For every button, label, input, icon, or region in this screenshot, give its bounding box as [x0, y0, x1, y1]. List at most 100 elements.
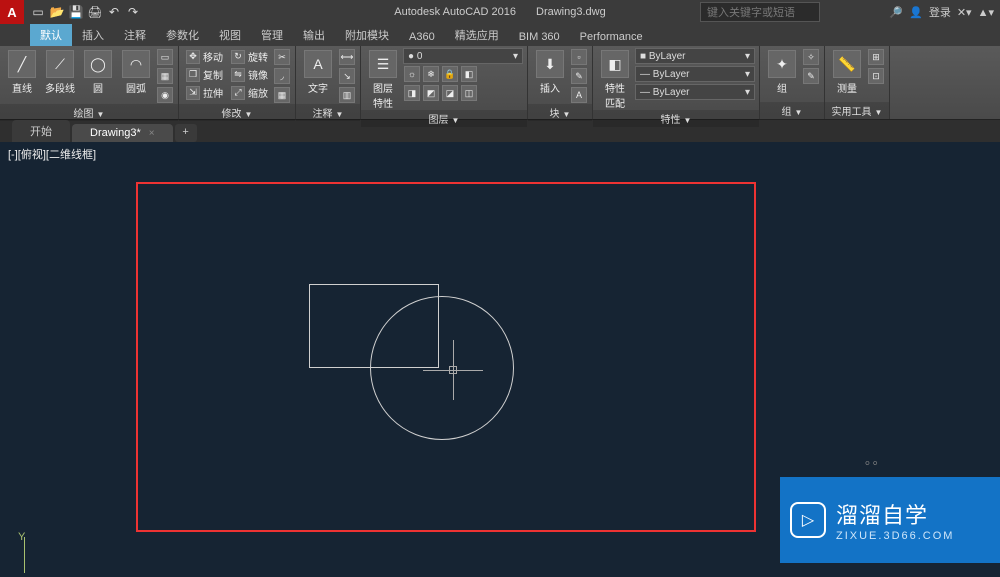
tab-featured[interactable]: 精选应用 [445, 24, 509, 46]
tab-performance[interactable]: Performance [570, 28, 653, 46]
insert-button[interactable]: ⬇插入 [532, 48, 568, 104]
exchange-icon[interactable]: ✕▾ [957, 6, 972, 19]
watermark-url: ZIXUE.3D66.COM [836, 530, 954, 542]
rect-icon[interactable]: ▭ [157, 49, 173, 65]
stretch-button[interactable]: ⇲拉伸 [183, 84, 226, 101]
ribbon: ╱直线 ⟋多段线 ◯圆 ◠圆弧 ▭ ▦ ◉ 绘图▼ ✥移动 ❐复制 ⇲拉伸 ↻旋… [0, 46, 1000, 120]
group-edit-icon[interactable]: ✎ [803, 68, 819, 84]
infocenter-icon[interactable]: 🔎 [889, 6, 903, 19]
qat-print-icon[interactable]: 🖨 [87, 4, 103, 20]
util-icon[interactable]: ⊡ [868, 68, 884, 84]
qat-new-icon[interactable]: ▭ [30, 4, 46, 20]
panel-util-title: 实用工具 [832, 107, 872, 118]
app-menu-icon[interactable]: A [0, 0, 24, 24]
qat-open-icon[interactable]: 📂 [49, 4, 65, 20]
trim-icon[interactable]: ✂ [274, 49, 290, 65]
leader-icon[interactable]: ↘ [339, 68, 355, 84]
drawing-circle [370, 296, 514, 440]
layer-tool-icon[interactable]: ◫ [461, 85, 477, 101]
panel-utilities: 📏测量 ⊞ ⊡ 实用工具▼ [825, 46, 890, 119]
panel-annot-title: 注释 [313, 109, 333, 120]
tab-default[interactable]: 默认 [30, 24, 72, 46]
group-button[interactable]: ✦组 [764, 48, 800, 102]
dim-linear-icon[interactable]: ⟷ [339, 49, 355, 65]
mirror-button[interactable]: ⇋镜像 [228, 66, 271, 83]
linetype-combo[interactable]: — ByLayer▾ [635, 84, 755, 100]
viewport[interactable]: [-][俯视][二维线框] Y ◦◦ ▷ 溜溜自学 ZIXUE.3D66.COM [0, 142, 1000, 577]
layer-tool-icon[interactable]: ◨ [404, 85, 420, 101]
title-bar: A ▭ 📂 💾 🖨 ↶ ↷ Autodesk AutoCAD 2016 Draw… [0, 0, 1000, 24]
tab-insert[interactable]: 插入 [72, 24, 114, 46]
array-icon[interactable]: ▦ [274, 87, 290, 103]
color-combo[interactable]: ■ ByLayer▾ [635, 48, 755, 64]
matchprops-button[interactable]: ◧特性 匹配 [597, 48, 633, 110]
layer-tool-icon[interactable]: ❄ [423, 66, 439, 82]
block-create-icon[interactable]: ▫ [571, 49, 587, 65]
ribbon-tabs: 默认 插入 注释 参数化 视图 管理 输出 附加模块 A360 精选应用 BIM… [0, 24, 1000, 46]
hatch-icon[interactable]: ▦ [157, 68, 173, 84]
file-name: Drawing3.dwg [536, 6, 606, 18]
play-icon: ▷ [790, 502, 826, 538]
panel-group-title: 组 [782, 107, 792, 118]
fillet-icon[interactable]: ◞ [274, 68, 290, 84]
watermark-title: 溜溜自学 [836, 498, 954, 530]
layer-tool-icon[interactable]: 🔒 [442, 66, 458, 82]
layer-props-button[interactable]: ☰图层 特性 [365, 48, 401, 110]
block-attr-icon[interactable]: A [571, 87, 587, 103]
panel-layer: ☰图层 特性 ● 0▾ ☼ ❄ 🔒 ◧ ◨ ◩ ◪ ◫ 图层▼ [361, 46, 528, 119]
tab-output[interactable]: 输出 [293, 24, 335, 46]
tab-parametric[interactable]: 参数化 [156, 24, 209, 46]
arc-button[interactable]: ◠圆弧 [118, 48, 154, 104]
search-input[interactable]: 键入关键字或短语 [700, 2, 820, 22]
tab-annotate[interactable]: 注释 [114, 24, 156, 46]
polyline-button[interactable]: ⟋多段线 [42, 48, 78, 104]
text-button[interactable]: A文字 [300, 48, 336, 104]
panel-block-title: 块 [550, 109, 560, 120]
layer-tool-icon[interactable]: ☼ [404, 66, 420, 82]
table-icon[interactable]: ▥ [339, 87, 355, 103]
watermark: ▷ 溜溜自学 ZIXUE.3D66.COM [780, 477, 1000, 563]
signin-icon[interactable]: 👤 [909, 6, 923, 19]
layer-tool-icon[interactable]: ◧ [461, 66, 477, 82]
scale-button[interactable]: ⤢缩放 [228, 84, 271, 101]
help-icon[interactable]: ▲▾ [978, 6, 994, 19]
new-tab-button[interactable]: + [175, 124, 197, 142]
panel-annotation: A文字 ⟷ ↘ ▥ 注释▼ [296, 46, 361, 119]
tab-view[interactable]: 视图 [209, 24, 251, 46]
panel-props-title: 特性 [661, 115, 681, 126]
block-edit-icon[interactable]: ✎ [571, 68, 587, 84]
panel-group: ✦组 ✧ ✎ 组▼ [760, 46, 825, 119]
move-button[interactable]: ✥移动 [183, 48, 226, 65]
tab-manage[interactable]: 管理 [251, 24, 293, 46]
qat-undo-icon[interactable]: ↶ [106, 4, 122, 20]
app-name: Autodesk AutoCAD 2016 [394, 6, 516, 18]
measure-button[interactable]: 📏测量 [829, 48, 865, 102]
tab-addins[interactable]: 附加模块 [335, 24, 399, 46]
ungroup-icon[interactable]: ✧ [803, 49, 819, 65]
panel-draw: ╱直线 ⟋多段线 ◯圆 ◠圆弧 ▭ ▦ ◉ 绘图▼ [0, 46, 179, 119]
tab-a360[interactable]: A360 [399, 28, 445, 46]
layer-tool-icon[interactable]: ◩ [423, 85, 439, 101]
view-label[interactable]: [-][俯视][二维线框] [8, 146, 96, 162]
panel-layer-title: 图层 [429, 115, 449, 126]
circle-button[interactable]: ◯圆 [80, 48, 116, 104]
title-center: Autodesk AutoCAD 2016 Drawing3.dwg [394, 6, 605, 18]
lineweight-combo[interactable]: — ByLayer▾ [635, 66, 755, 82]
util-icon[interactable]: ⊞ [868, 49, 884, 65]
close-icon[interactable]: × [149, 128, 155, 139]
layer-combo[interactable]: ● 0▾ [403, 48, 523, 64]
file-tab-start[interactable]: 开始 [12, 120, 70, 142]
rotate-button[interactable]: ↻旋转 [228, 48, 271, 65]
nav-widget-icon[interactable]: ◦◦ [865, 455, 880, 473]
ellipse-icon[interactable]: ◉ [157, 87, 173, 103]
tab-bim360[interactable]: BIM 360 [509, 28, 570, 46]
panel-modify-title: 修改 [222, 109, 242, 120]
layer-tool-icon[interactable]: ◪ [442, 85, 458, 101]
qat-save-icon[interactable]: 💾 [68, 4, 84, 20]
copy-button[interactable]: ❐复制 [183, 66, 226, 83]
panel-modify: ✥移动 ❐复制 ⇲拉伸 ↻旋转 ⇋镜像 ⤢缩放 ✂ ◞ ▦ 修改▼ [179, 46, 296, 119]
file-tab-drawing[interactable]: Drawing3*× [72, 124, 173, 142]
login-label[interactable]: 登录 [929, 4, 951, 20]
qat-redo-icon[interactable]: ↷ [125, 4, 141, 20]
line-button[interactable]: ╱直线 [4, 48, 40, 104]
